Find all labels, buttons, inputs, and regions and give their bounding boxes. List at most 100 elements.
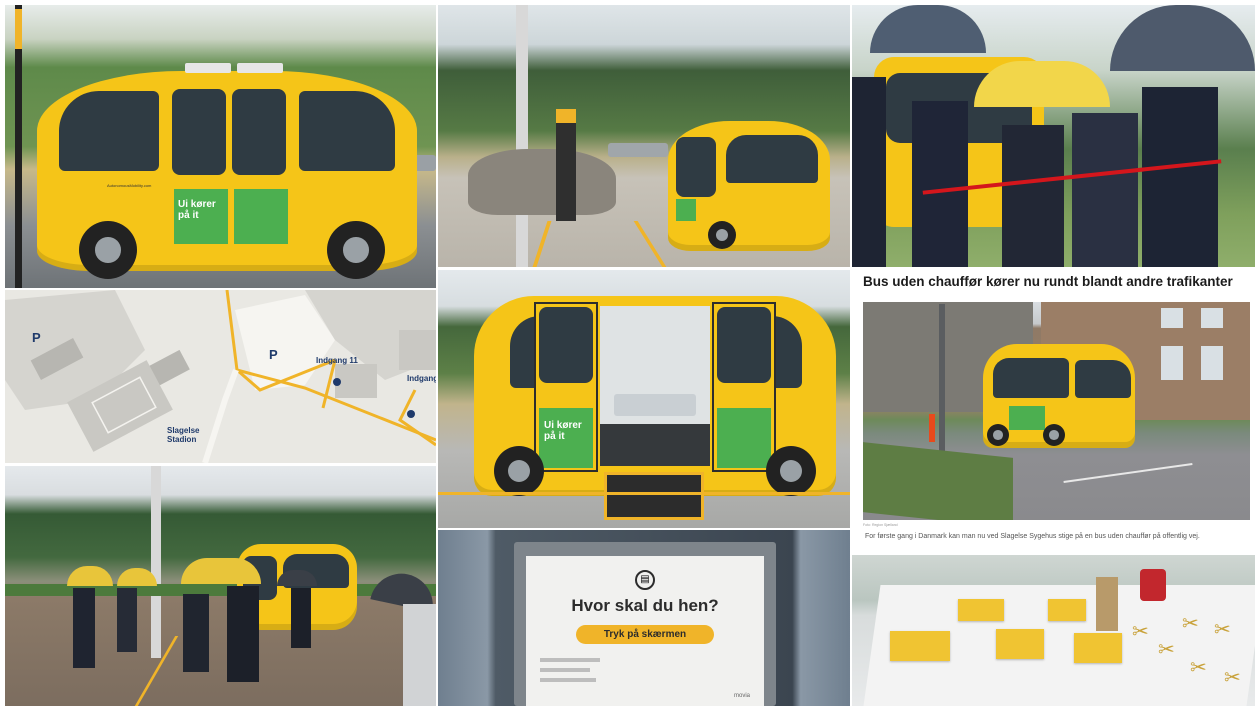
bus-door-left: Ui kører på it (534, 302, 598, 472)
bus-icon: ▤ (635, 570, 655, 590)
umbrella (1110, 5, 1255, 71)
leaflet-card (1048, 599, 1086, 621)
bus-wrap-text: Ui kører på it (178, 199, 216, 221)
info-pillar (556, 109, 576, 221)
autonomous-bus (668, 121, 830, 251)
scissors-icon: ✂ (1190, 655, 1207, 679)
bus-wheel (987, 424, 1009, 446)
person (912, 101, 968, 267)
bus-wheel (1043, 424, 1065, 446)
traffic-bollard (929, 414, 935, 442)
leaflet-card (996, 629, 1044, 659)
autonomous-bus (983, 344, 1135, 448)
map-graphic (5, 290, 436, 463)
person (1142, 87, 1218, 267)
site-map: P P Indgang 11 Indgang Slagelse Stadion (5, 290, 436, 463)
scissors-icon: ✂ (1132, 619, 1149, 643)
bus-door-window (539, 307, 593, 383)
person (183, 594, 209, 672)
roof-sensor (237, 63, 283, 73)
bus-wrap-panel: Ui kører på it (539, 408, 593, 468)
lamp-pole (939, 304, 945, 460)
bus-interior (600, 306, 710, 466)
building-window (1201, 346, 1223, 380)
sign-small-print (540, 678, 596, 682)
building-window (1201, 308, 1223, 328)
info-pillar-top (556, 109, 576, 123)
bus-wheel (494, 446, 544, 496)
article-headline: Bus uden chauffør kører nu rundt blandt … (863, 274, 1233, 289)
bus-windshield (726, 135, 818, 183)
roof-sensor (185, 63, 231, 73)
bus-wrap-panel (1009, 406, 1045, 430)
parking-marker: P (269, 347, 278, 362)
road-marking (1063, 462, 1193, 484)
photo-crowd-umbrellas (5, 466, 436, 706)
bus-wrap-panel (234, 189, 288, 244)
leaflet-card (958, 599, 1004, 621)
person (73, 588, 95, 668)
parked-car (608, 143, 668, 157)
news-article: Bus uden chauffør kører nu rundt blandt … (852, 269, 1255, 555)
leaflet-card (890, 631, 950, 661)
stadium-label: Slagelse (167, 426, 200, 435)
photo-credit: Foto: Region Sjælland (863, 523, 898, 527)
photo-ribbon-cutting (852, 5, 1255, 267)
entrance-label: Indgang 11 (316, 356, 358, 365)
umbrella (181, 558, 261, 584)
bus-wrap-panel (676, 199, 696, 221)
bus-windshield (1075, 360, 1131, 398)
lamp-pole (516, 5, 528, 267)
person (117, 588, 137, 652)
leaflet-card (1074, 633, 1122, 663)
bus-wrap-panel (717, 408, 771, 468)
photo-bus-side: Ui kører på it AutonomousMobility.com (5, 5, 436, 288)
bus-window (299, 91, 395, 171)
small-box (1096, 577, 1118, 631)
bus-wrap-panel: Ui kører på it (174, 189, 228, 244)
building-window (1161, 346, 1183, 380)
lamp-pole (151, 466, 161, 658)
bus-seats (614, 394, 696, 416)
entrance-label: Indgang (407, 374, 436, 383)
road-marking (532, 221, 552, 267)
stadium-label: Stadion (167, 435, 197, 444)
person (1072, 113, 1138, 267)
umbrella (870, 5, 986, 53)
person (403, 604, 436, 706)
bus-door-window (717, 307, 771, 383)
bus-door-window (232, 89, 286, 175)
person (291, 588, 311, 648)
person (852, 77, 886, 267)
red-cup (1140, 569, 1166, 601)
sign-panel: ▤ Hvor skal du hen? Tryk på skærmen movi… (526, 556, 764, 706)
photo-table-scissors: ✂ ✂ ✂ ✂ ✂ ✂ (852, 555, 1255, 706)
sign-small-print (540, 658, 600, 662)
umbrella (974, 61, 1110, 107)
bus-door-right (712, 302, 776, 472)
sign-question: Hvor skal du hen? (571, 596, 719, 615)
building-window (1161, 308, 1183, 328)
scissors-icon: ✂ (1214, 617, 1231, 641)
parking-marker: P (32, 330, 41, 345)
article-photo (863, 302, 1250, 520)
bus-door-window (172, 89, 226, 175)
bus-wheel (79, 221, 137, 279)
photo-bus-at-stop (438, 5, 850, 267)
umbrella (67, 566, 113, 586)
bus-wheel (327, 221, 385, 279)
sign-touch-button: Tryk på skærmen (576, 625, 714, 644)
road-marking (633, 221, 667, 267)
road-marking (438, 492, 850, 495)
autonomous-bus: Ui kører på it (474, 296, 836, 496)
photo-info-sign: ▤ Hvor skal du hen? Tryk på skærmen movi… (438, 530, 850, 706)
bus-side-url: AutonomousMobility.com (107, 183, 152, 188)
boulder (468, 149, 616, 215)
wheelchair-ramp (604, 472, 704, 520)
scissors-icon: ✂ (1182, 611, 1199, 635)
grass (863, 442, 1013, 520)
autonomous-bus: Ui kører på it AutonomousMobility.com (37, 63, 417, 279)
sign-pole-top (15, 9, 22, 49)
person (1002, 125, 1064, 267)
bus-wrap-text: Ui kører på it (544, 420, 582, 442)
